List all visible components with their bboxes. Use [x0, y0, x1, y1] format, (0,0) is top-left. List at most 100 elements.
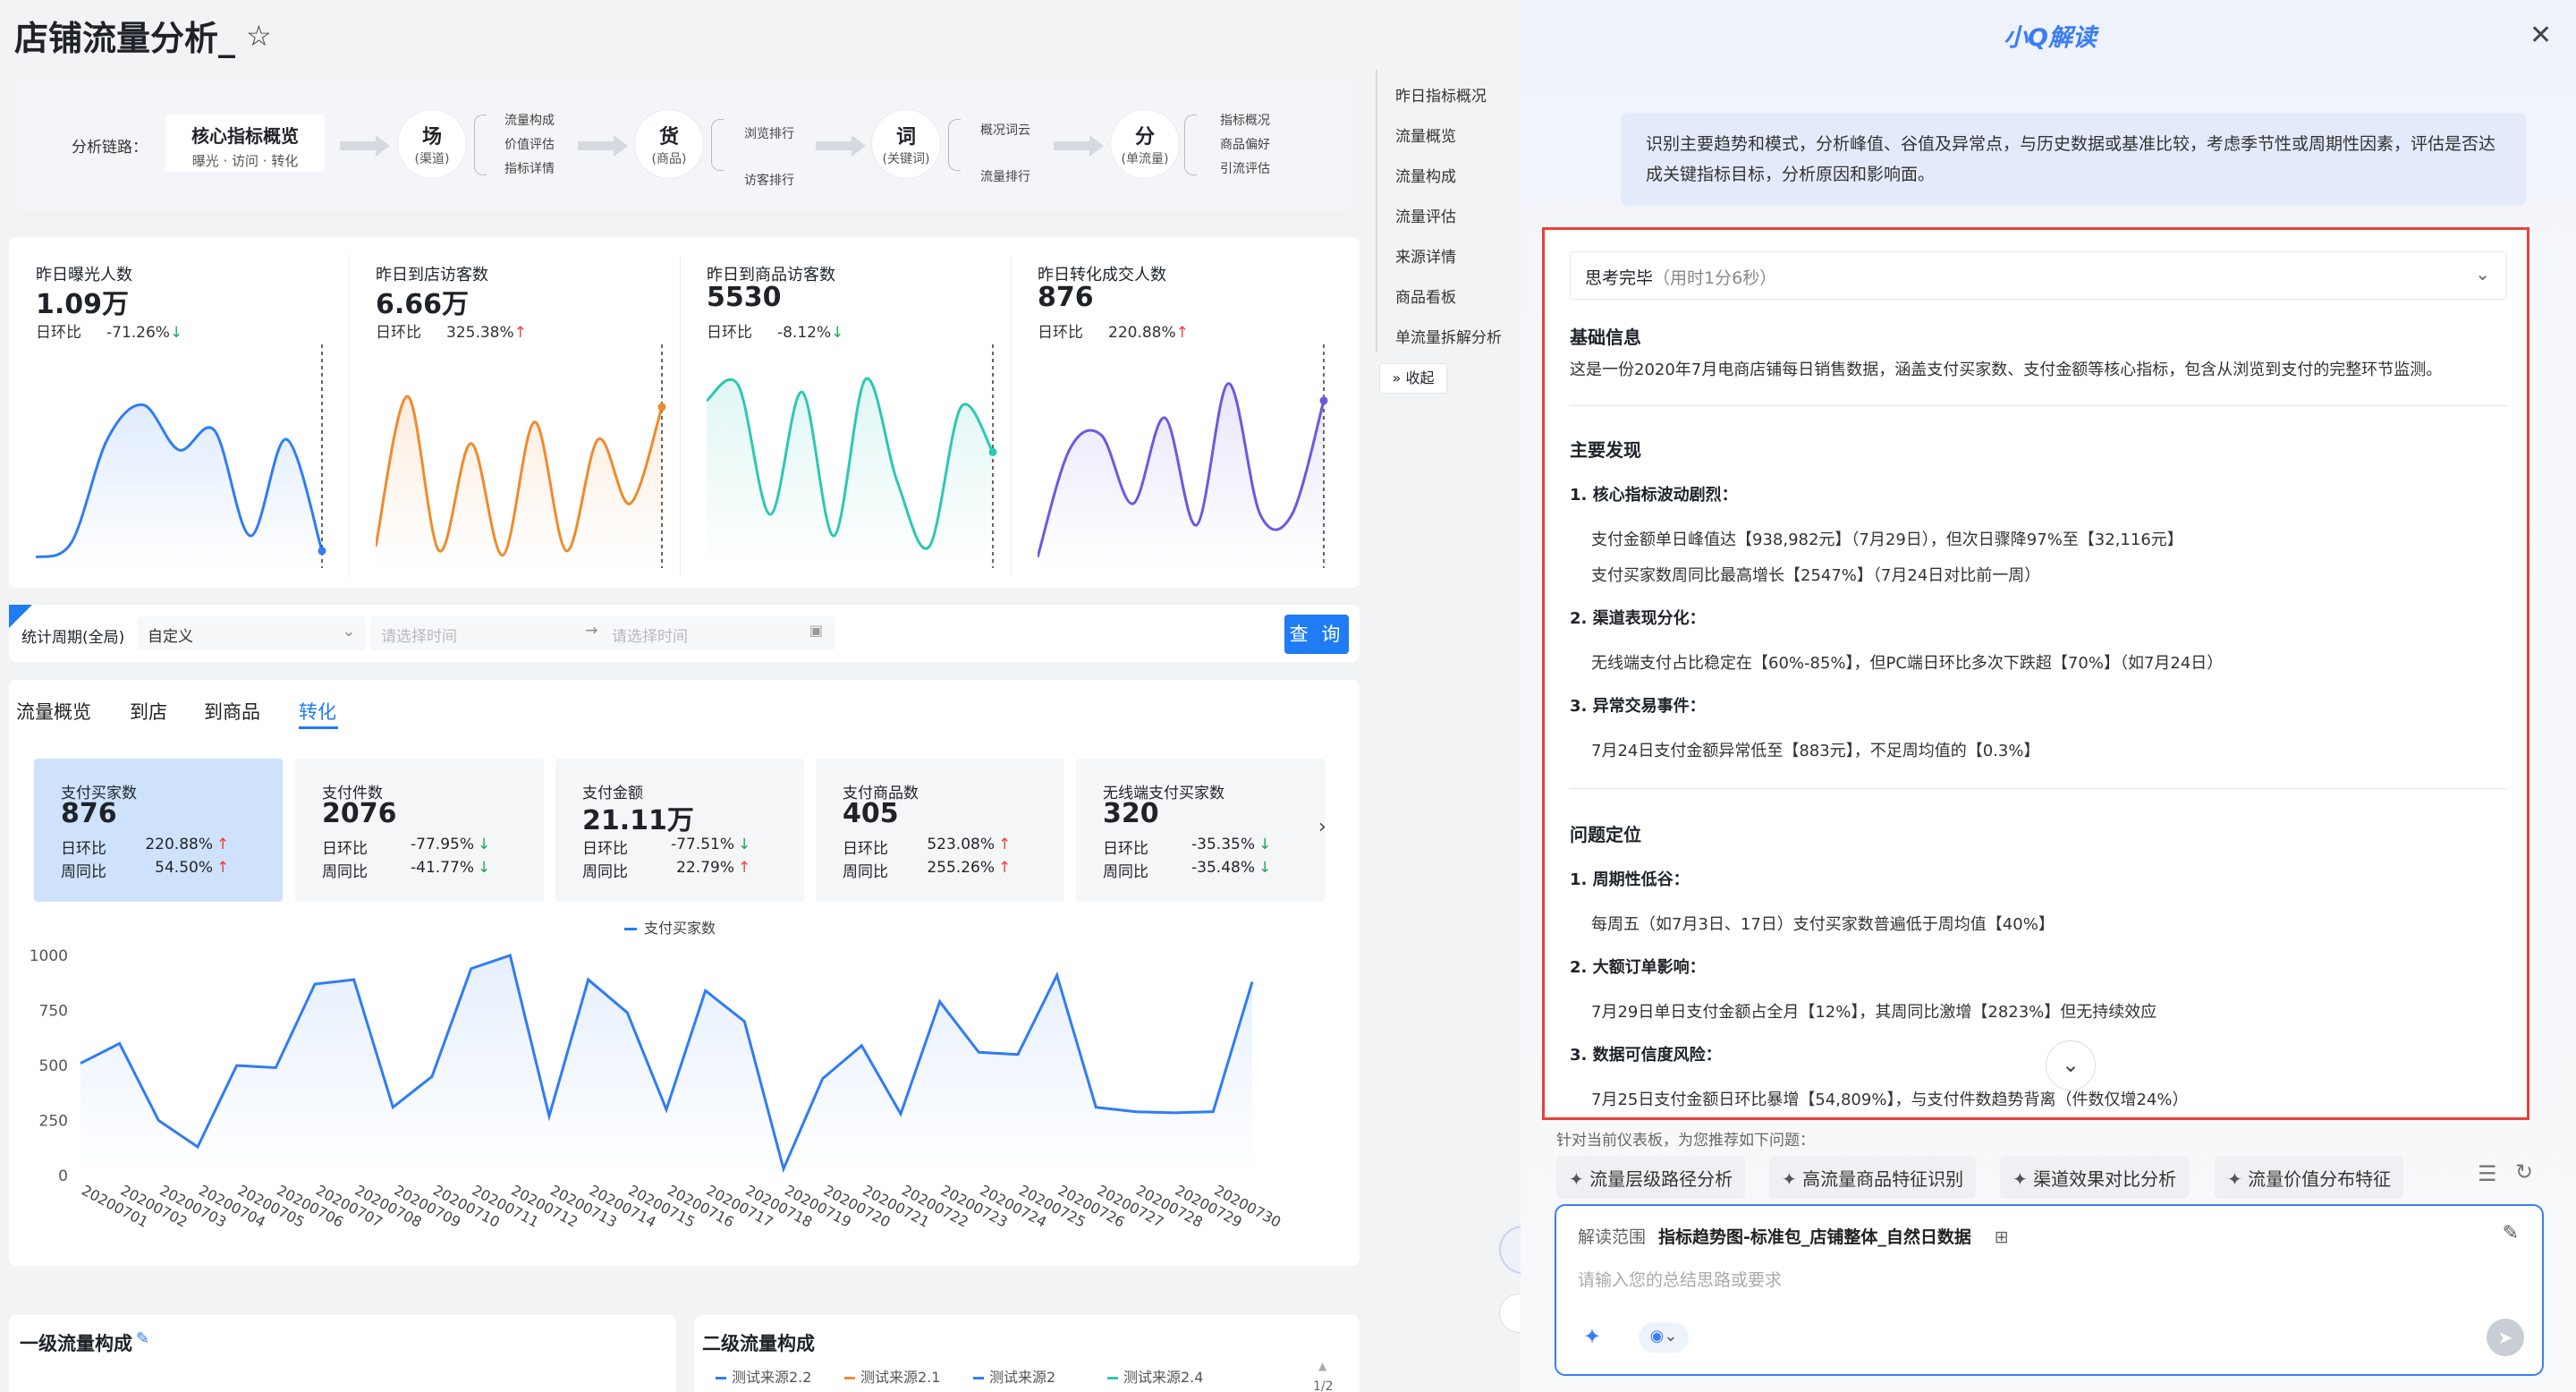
star-icon[interactable]: ☆ — [246, 19, 272, 53]
close-icon[interactable]: ✕ — [2529, 20, 2552, 51]
arrow-up-icon: ↑ — [216, 836, 230, 853]
scope-value[interactable]: 指标趋势图-标准包_店铺整体_自然日数据 — [1658, 1227, 1971, 1247]
legend-item[interactable]: 测试来源2 — [973, 1365, 1055, 1387]
chevron-right-icon[interactable]: › — [1318, 816, 1326, 838]
legend-item[interactable]: 测试来源2.1 — [844, 1365, 940, 1387]
kpi-value: 876 — [61, 798, 117, 829]
kpi-card[interactable]: 支付件数 2076 日环比 -77.95% ↓ 周同比 -41.77% ↓ — [295, 759, 544, 902]
kpi-row: 周同比 -35.48% ↓ — [1103, 859, 1271, 881]
kpi-row-label: 日环比 — [1103, 840, 1148, 858]
suggestion-chip[interactable]: ✦ 流量价值分布特征 — [2215, 1156, 2404, 1199]
arrow-up-icon: ↑ — [998, 859, 1012, 877]
nav-item[interactable]: 昨日指标概况 — [1395, 77, 1502, 117]
kpi-row-value: 523.08% — [927, 836, 995, 853]
kpi-row-value: 54.50% — [155, 859, 213, 877]
start-date-input[interactable]: 请选择时间 — [381, 628, 457, 646]
legend-pager: 1/2 — [1313, 1379, 1334, 1392]
metric-card[interactable]: 昨日到商品访客数 5530 日环比 -8.12%↓ — [680, 237, 1011, 588]
nav-item[interactable]: 流量构成 — [1395, 157, 1502, 198]
collapse-button[interactable]: » 收起 — [1379, 363, 1447, 394]
kpi-row: 日环比 523.08% ↑ — [843, 836, 1011, 858]
kpi-card[interactable]: 支付金额 21.11万 日环比 -77.51% ↓ 周同比 22.79% ↑ — [555, 759, 804, 902]
scroll-down-button[interactable]: ⌄ — [2046, 1040, 2096, 1091]
chain-node-single[interactable]: 分 (单流量) — [1111, 110, 1179, 178]
kpi-row-value: -41.77% — [411, 859, 474, 877]
kpi-row: 日环比 -35.35% ↓ — [1103, 836, 1271, 858]
kpi-row: 日环比 220.88% ↑ — [61, 836, 229, 858]
suggestion-chip[interactable]: ✦ 流量层级路径分析 — [1556, 1156, 1746, 1199]
kpi-row-value: -35.35% — [1191, 836, 1255, 853]
arrow-up-icon: ↑ — [998, 836, 1012, 853]
nav-item[interactable]: 单流量拆解分析 — [1395, 318, 1502, 359]
node-items: 指标概况 商品偏好 引流评估 — [1220, 109, 1270, 182]
metric-card[interactable]: 昨日到店访客数 6.66万 日环比 325.38%↑ — [349, 237, 680, 588]
chat-input[interactable]: 请输入您的总结思路或要求 — [1578, 1267, 1782, 1291]
tab-goods[interactable]: 到商品 — [204, 698, 260, 725]
node-item[interactable]: 流量排行 — [980, 154, 1030, 200]
node-item[interactable]: 访客排行 — [744, 157, 794, 204]
tab-conversion[interactable]: 转化 — [299, 698, 336, 725]
node-item[interactable]: 指标概况 — [1220, 109, 1270, 133]
sparkline — [1038, 344, 1328, 568]
user-prompt-bubble: 识别主要趋势和模式，分析峰值、谷值及异常点，与历史数据或基准比较，考虑季节性或周… — [1621, 113, 2526, 206]
kpi-card[interactable]: 无线端支付买家数 320 日环比 -35.35% ↓ 周同比 -35.48% ↓ — [1076, 759, 1325, 902]
bracket — [474, 115, 487, 175]
period-select[interactable]: 自定义 ⌄ — [137, 616, 366, 650]
chart-legend[interactable]: 支付买家数 — [624, 916, 716, 938]
ai-interpretation-panel: 小Q解读 ✕ 识别主要趋势和模式，分析峰值、谷值及异常点，与历史数据或基准比较，… — [1521, 0, 2576, 1392]
nav-item[interactable]: 商品看板 — [1395, 278, 1502, 318]
sparkline-end-point — [657, 403, 666, 412]
nav-item[interactable]: 来源详情 — [1395, 238, 1502, 278]
kpi-card[interactable]: 支付买家数 876 日环比 220.88% ↑ 周同比 54.50% ↑ — [34, 759, 283, 902]
nav-item[interactable]: 流量概览 — [1395, 117, 1502, 157]
nav-item[interactable]: 流量评估 — [1395, 198, 1502, 238]
query-button[interactable]: 查 询 — [1284, 615, 1349, 654]
node-item[interactable]: 概况词云 — [980, 107, 1030, 154]
tab-traffic-overview[interactable]: 流量概览 — [16, 698, 91, 725]
end-date-input[interactable]: 请选择时间 — [612, 624, 688, 646]
model-select[interactable]: ◉⌄ — [1639, 1322, 1689, 1353]
suggestion-chip[interactable]: ✦ 渠道效果对比分析 — [2000, 1156, 2190, 1199]
finding-heading: 1. 核心指标波动剧烈： — [1570, 486, 1738, 505]
arrow-down-icon: ↓ — [169, 324, 183, 342]
chain-core-node[interactable]: 核心指标概览 曝光 · 访问 · 转化 — [165, 115, 325, 172]
metric-card[interactable]: 昨日曝光人数 1.09万 日环比 -71.26%↓ — [9, 237, 340, 588]
node-item[interactable]: 流量构成 — [504, 109, 555, 133]
magic-wand-icon[interactable]: ✦ — [1583, 1324, 1601, 1349]
arrow-icon — [1054, 135, 1104, 157]
suggestion-chip[interactable]: ✦ 高流量商品特征识别 — [1769, 1156, 1977, 1199]
node-sub: (商品) — [651, 152, 687, 166]
cmp-value: 325.38% — [446, 324, 514, 342]
page-up-icon[interactable]: ▲ — [1318, 1360, 1326, 1372]
sparkline — [36, 344, 326, 568]
y-tick-label: 1000 — [30, 947, 68, 965]
chat-input-box[interactable]: 解读范围 指标趋势图-标准包_店铺整体_自然日数据 ⊞ ✎ 请输入您的总结思路或要求… — [1555, 1204, 2544, 1376]
refresh-icon[interactable]: ↻ — [2515, 1159, 2533, 1184]
edit-icon[interactable]: ✎ — [2503, 1222, 2519, 1244]
metric-card[interactable]: 昨日转化成交人数 876 日环比 220.88%↑ — [1011, 237, 1342, 588]
node-item[interactable]: 价值评估 — [504, 133, 555, 157]
node-item[interactable]: 引流评估 — [1220, 157, 1270, 182]
list-icon[interactable]: ☰ — [2478, 1161, 2497, 1186]
edit-icon[interactable]: ✎ — [136, 1329, 149, 1348]
arrow-down-icon: ↓ — [738, 836, 751, 853]
thinking-status[interactable]: 思考完毕（用时1分6秒） ⌄ — [1570, 251, 2507, 300]
kpi-row: 日环比 -77.95% ↓ — [322, 836, 490, 858]
kpi-card[interactable]: 支付商品数 405 日环比 523.08% ↑ 周同比 255.26% ↑ — [816, 759, 1064, 902]
date-range-picker[interactable]: 请选择时间 → 请选择时间 ▣ — [370, 616, 835, 650]
legend-swatch — [716, 1377, 726, 1379]
tab-store[interactable]: 到店 — [130, 698, 167, 725]
paragraph: 这是一份2020年7月电商店铺每日销售数据，涵盖支付买家数、支付金额等核心指标，… — [1570, 361, 2443, 379]
table-icon[interactable]: ⊞ — [1995, 1227, 2009, 1247]
chain-node-keyword[interactable]: 词 (关键词) — [872, 110, 940, 178]
node-item[interactable]: 浏览排行 — [744, 111, 794, 157]
legend-item[interactable]: 测试来源2.4 — [1107, 1365, 1203, 1387]
bracket — [711, 119, 724, 171]
node-item[interactable]: 指标详情 — [504, 157, 555, 182]
send-button[interactable]: ➤ — [2487, 1319, 2524, 1356]
legend-item[interactable]: 测试来源2.2 — [716, 1365, 811, 1387]
finding-text: 无线端支付占比稳定在【60%-85%】，但PC端日环比多次下跌超【70%】（如7… — [1591, 654, 2224, 673]
chain-node-goods[interactable]: 货 (商品) — [635, 110, 703, 178]
chain-node-channel[interactable]: 场 (渠道) — [398, 110, 466, 178]
node-item[interactable]: 商品偏好 — [1220, 133, 1270, 157]
